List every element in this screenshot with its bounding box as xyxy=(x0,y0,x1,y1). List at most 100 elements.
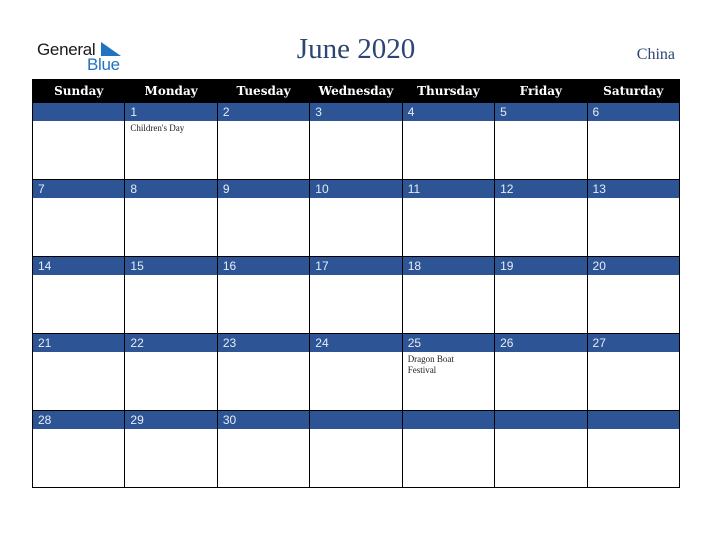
holiday-label xyxy=(125,352,205,354)
day-cell[interactable]: 3 xyxy=(309,102,403,180)
day-number: 20 xyxy=(587,257,679,275)
day-number: 13 xyxy=(587,180,679,198)
day-cell[interactable]: 19 xyxy=(494,256,588,334)
day-cell[interactable]: 27 xyxy=(586,333,681,411)
day-number: 27 xyxy=(587,334,679,352)
calendar-grid: Sunday Monday Tuesday Wednesday Thursday… xyxy=(31,79,681,488)
holiday-label xyxy=(403,121,483,123)
day-number: 26 xyxy=(495,334,587,352)
holiday-label xyxy=(218,121,298,123)
day-cell[interactable]: 26 xyxy=(494,333,588,411)
holiday-label xyxy=(588,429,668,431)
holiday-label xyxy=(495,121,575,123)
day-cell[interactable]: 4 xyxy=(401,102,496,180)
holiday-label xyxy=(403,275,483,277)
holiday-label xyxy=(588,275,668,277)
day-number: 17 xyxy=(310,257,402,275)
holiday-label xyxy=(310,121,390,123)
holiday-label xyxy=(403,198,483,200)
day-number: 3 xyxy=(310,103,402,121)
day-cell[interactable]: 22 xyxy=(124,333,218,411)
holiday-label xyxy=(218,352,298,354)
holiday-label xyxy=(125,275,205,277)
day-cell[interactable]: 16 xyxy=(216,256,311,334)
day-number: 16 xyxy=(217,257,310,275)
day-cell[interactable] xyxy=(309,410,403,488)
day-cell[interactable]: 10 xyxy=(309,179,403,257)
weekday-header: Tuesday xyxy=(216,79,311,103)
day-cell[interactable] xyxy=(401,410,496,488)
day-number xyxy=(587,411,679,429)
day-number: 21 xyxy=(33,334,125,352)
holiday-label xyxy=(310,352,390,354)
weekday-header: Saturday xyxy=(586,79,681,103)
day-number: 9 xyxy=(217,180,310,198)
weekday-header: Sunday xyxy=(31,79,126,103)
holiday-label xyxy=(33,121,113,123)
day-cell[interactable] xyxy=(586,410,681,488)
holiday-label xyxy=(588,198,668,200)
day-number: 15 xyxy=(125,257,217,275)
day-number: 30 xyxy=(217,411,310,429)
country-label: China xyxy=(636,46,675,63)
holiday-label xyxy=(125,198,205,200)
day-cell[interactable]: 29 xyxy=(124,410,218,488)
day-number: 24 xyxy=(310,334,402,352)
day-number: 23 xyxy=(217,334,310,352)
day-cell[interactable]: 18 xyxy=(401,256,496,334)
day-number: 7 xyxy=(33,180,125,198)
holiday-label xyxy=(495,198,575,200)
day-number: 8 xyxy=(125,180,217,198)
day-cell[interactable]: 23 xyxy=(216,333,311,411)
day-cell[interactable]: 15 xyxy=(124,256,218,334)
day-cell[interactable]: 9 xyxy=(216,179,311,257)
holiday-label xyxy=(495,275,575,277)
day-cell[interactable]: 24 xyxy=(309,333,403,411)
day-cell[interactable]: 20 xyxy=(586,256,681,334)
holiday-label xyxy=(33,275,113,277)
day-cell[interactable]: 12 xyxy=(494,179,588,257)
day-number: 10 xyxy=(310,180,402,198)
day-cell[interactable]: 13 xyxy=(586,179,681,257)
day-number: 22 xyxy=(125,334,217,352)
day-number xyxy=(33,103,125,121)
day-cell[interactable]: 5 xyxy=(494,102,588,180)
day-cell[interactable]: 17 xyxy=(309,256,403,334)
day-number: 11 xyxy=(402,180,495,198)
holiday-label xyxy=(218,275,298,277)
day-cell[interactable] xyxy=(494,410,588,488)
week-row: 1 Children's Day 2 3 4 5 6 xyxy=(31,102,681,180)
week-row: 14 15 16 17 18 19 20 xyxy=(31,256,681,334)
day-cell[interactable]: 8 xyxy=(124,179,218,257)
day-number: 4 xyxy=(402,103,495,121)
holiday-label: Children's Day xyxy=(130,123,185,133)
day-cell[interactable]: 1 Children's Day xyxy=(124,102,218,180)
day-cell[interactable] xyxy=(31,102,126,180)
day-cell[interactable]: 2 xyxy=(216,102,311,180)
day-cell[interactable]: 6 xyxy=(586,102,681,180)
day-cell[interactable]: 25 Dragon Boat Festival xyxy=(401,333,496,411)
day-number: 19 xyxy=(495,257,587,275)
day-cell[interactable]: 14 xyxy=(31,256,126,334)
day-cell[interactable]: 11 xyxy=(401,179,496,257)
holiday-label: Dragon Boat Festival xyxy=(407,354,454,375)
weekday-header: Monday xyxy=(124,79,218,103)
day-cell[interactable]: 21 xyxy=(31,333,126,411)
holiday-label xyxy=(33,198,113,200)
day-number: 14 xyxy=(33,257,125,275)
day-cell[interactable]: 28 xyxy=(31,410,126,488)
day-number xyxy=(310,411,402,429)
day-cell[interactable]: 7 xyxy=(31,179,126,257)
day-number: 29 xyxy=(125,411,217,429)
day-number: 6 xyxy=(587,103,679,121)
holiday-label xyxy=(33,429,113,431)
holiday-label xyxy=(495,352,575,354)
day-number: 28 xyxy=(33,411,125,429)
day-number: 25 xyxy=(402,334,495,352)
day-cell[interactable]: 30 xyxy=(216,410,311,488)
weekday-header: Thursday xyxy=(401,79,496,103)
day-number: 12 xyxy=(495,180,587,198)
holiday-label xyxy=(125,429,205,431)
holiday-label xyxy=(588,352,668,354)
week-row: 7 8 9 10 11 12 13 xyxy=(31,179,681,257)
